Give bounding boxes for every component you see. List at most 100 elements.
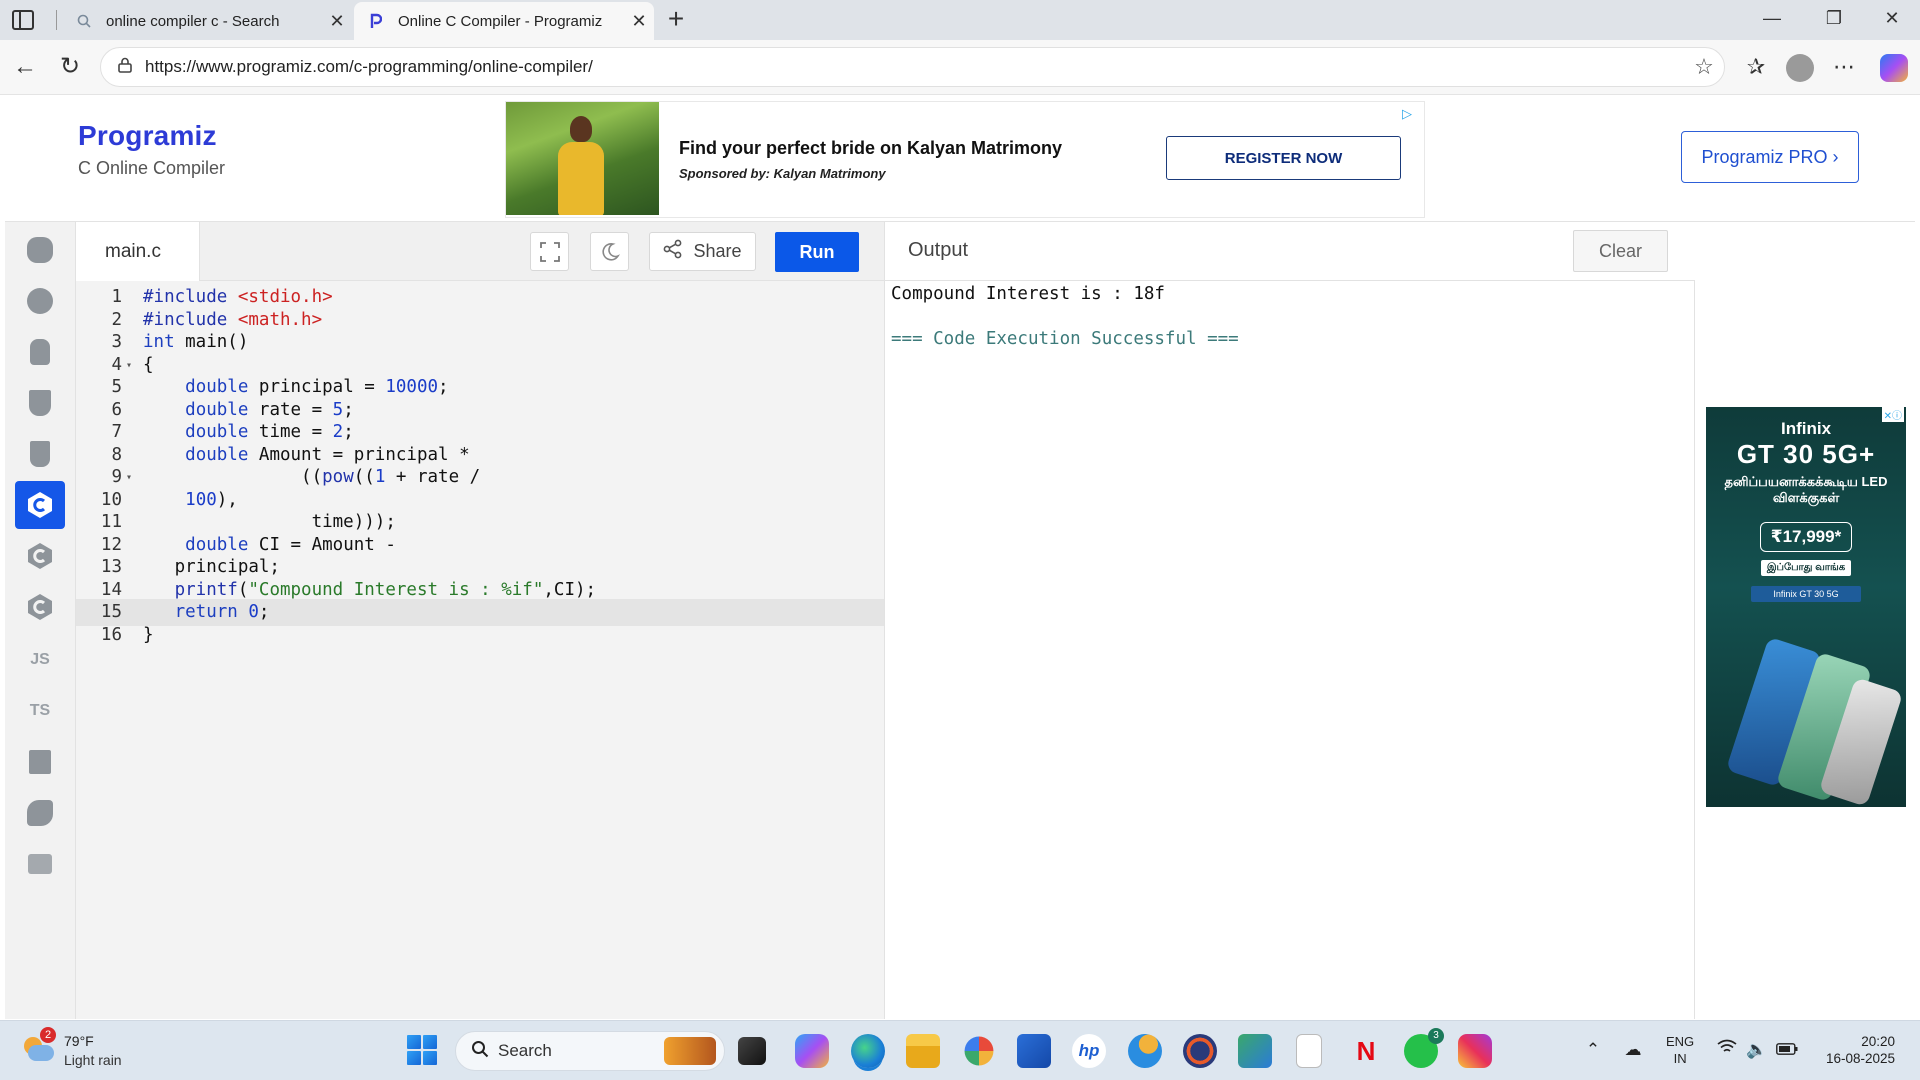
output-panel[interactable]: Compound Interest is : 18f === Code Exec… xyxy=(884,281,1695,1019)
new-tab-button[interactable]: + xyxy=(660,4,692,36)
r-icon[interactable] xyxy=(15,277,65,325)
clock-time: 20:20 xyxy=(1861,1034,1895,1049)
photos-icon[interactable] xyxy=(964,1036,994,1066)
favorites-icon[interactable]: ✰ xyxy=(1742,54,1770,82)
more-options-icon[interactable]: ⋯ xyxy=(1830,54,1858,82)
notepad-icon[interactable] xyxy=(1296,1034,1322,1068)
brand[interactable]: Programiz C Online Compiler xyxy=(78,120,225,179)
code-line[interactable]: 16} xyxy=(76,622,884,649)
copilot-icon[interactable] xyxy=(1880,54,1908,82)
programiz-pro-button[interactable]: Programiz PRO › xyxy=(1681,131,1859,183)
ad-close-icon[interactable]: ✕ⓘ xyxy=(1881,407,1904,422)
tab-separator xyxy=(56,10,57,30)
close-window-icon[interactable]: ✕ xyxy=(1872,8,1912,32)
dark-mode-icon[interactable] xyxy=(590,232,629,271)
output-success-line: === Code Execution Successful === xyxy=(891,329,1239,349)
copilot-app-icon[interactable] xyxy=(795,1034,829,1068)
file-tab-main-c[interactable]: main.c xyxy=(76,222,200,281)
page-subtitle: C Online Compiler xyxy=(78,158,226,178)
meet-icon[interactable] xyxy=(1238,1034,1272,1068)
tab-title: online compiler c - Search xyxy=(106,12,280,30)
browser-tab-bar: online compiler c - Search ✕ Online C Co… xyxy=(0,0,1920,40)
eclipse-icon[interactable] xyxy=(1183,1034,1217,1068)
address-bar[interactable]: https://www.programiz.com/c-programming/… xyxy=(100,47,1725,87)
weather-badge: 2 xyxy=(40,1027,56,1043)
language-indicator[interactable]: ENG IN xyxy=(1666,1033,1694,1067)
csharp-icon[interactable] xyxy=(15,583,65,631)
language-sidebar: JS TS xyxy=(5,222,76,1019)
clock-date: 16-08-2025 xyxy=(1825,1051,1895,1066)
tab-programiz[interactable]: Online C Compiler - Programiz ✕ xyxy=(354,2,654,40)
brand-logo: Programiz xyxy=(78,120,217,151)
rust-icon[interactable] xyxy=(15,840,65,888)
side-ad-brand: Infinix xyxy=(1780,419,1832,438)
task-view-icon[interactable] xyxy=(738,1037,766,1065)
run-button[interactable]: Run xyxy=(775,232,859,272)
wifi-icon[interactable] xyxy=(1716,1039,1738,1061)
share-button[interactable]: Share xyxy=(649,232,756,271)
swift-icon[interactable] xyxy=(15,789,65,837)
file-explorer-icon[interactable] xyxy=(906,1034,940,1068)
hp-icon[interactable]: hp xyxy=(1072,1034,1106,1068)
address-toolbar: ← ↻ https://www.programiz.com/c-programm… xyxy=(0,40,1920,95)
refresh-icon[interactable]: ↻ xyxy=(55,53,85,83)
side-ad-buy[interactable]: இப்போது வாங்க xyxy=(1761,560,1851,576)
clear-button[interactable]: Clear xyxy=(1573,230,1668,272)
editor-toolbar: main.c Share Run xyxy=(76,222,884,281)
search-icon xyxy=(76,13,92,29)
html-icon[interactable] xyxy=(15,379,65,427)
c-icon[interactable] xyxy=(15,481,65,529)
site-header: Programiz C Online Compiler Find your pe… xyxy=(5,96,1915,222)
ts-icon[interactable]: TS xyxy=(15,687,65,735)
help-icon[interactable] xyxy=(1128,1034,1162,1068)
whatsapp-icon[interactable]: 3 xyxy=(1404,1028,1444,1068)
python-icon[interactable] xyxy=(15,226,65,274)
sidebar-toggle-icon[interactable] xyxy=(12,10,34,30)
back-icon[interactable]: ← xyxy=(10,53,40,83)
favorite-star-icon[interactable]: ☆ xyxy=(1684,54,1724,80)
register-now-button[interactable]: REGISTER NOW xyxy=(1166,136,1401,180)
weather-widget[interactable]: 2 79°F Light rain xyxy=(20,1027,160,1073)
fullscreen-icon[interactable] xyxy=(530,232,569,271)
ad-banner[interactable]: Find your perfect bride on Kalyan Matrim… xyxy=(505,101,1425,218)
weather-temp: 79°F xyxy=(64,1033,94,1049)
sql-icon[interactable] xyxy=(15,328,65,376)
output-title: Output xyxy=(908,239,969,261)
code-text: } xyxy=(143,624,154,645)
minimize-icon[interactable]: — xyxy=(1752,8,1792,32)
side-ad-tagline: தனிப்பயனாக்கக்கூடிய LED விளக்குகள் xyxy=(1724,474,1888,505)
whatsapp-badge: 3 xyxy=(1428,1028,1444,1044)
netflix-icon[interactable]: N xyxy=(1349,1034,1383,1068)
onedrive-icon[interactable]: ☁ xyxy=(1622,1039,1644,1061)
line-number: 16 xyxy=(100,624,122,645)
profile-avatar[interactable] xyxy=(1786,54,1814,82)
edge-icon[interactable] xyxy=(851,1034,885,1068)
cpp-icon[interactable] xyxy=(15,532,65,580)
ad-choices-icon[interactable]: ▷ xyxy=(1402,106,1418,122)
restore-icon[interactable]: ❐ xyxy=(1814,8,1854,32)
js-icon[interactable]: JS xyxy=(15,636,65,684)
close-tab-icon[interactable]: ✕ xyxy=(624,11,654,32)
java-icon[interactable] xyxy=(15,430,65,478)
output-line: Compound Interest is : 18f xyxy=(891,284,1165,304)
close-tab-icon[interactable]: ✕ xyxy=(322,11,352,32)
site-info-icon[interactable] xyxy=(105,57,145,78)
show-hidden-icons-icon[interactable]: ⌃ xyxy=(1582,1039,1604,1061)
tab-search[interactable]: online compiler c - Search ✕ xyxy=(62,2,352,40)
side-ad-price: ₹17,999* xyxy=(1759,522,1853,552)
battery-icon[interactable] xyxy=(1776,1039,1798,1061)
go-icon[interactable] xyxy=(15,738,65,786)
region-code: IN xyxy=(1673,1051,1687,1066)
code-editor[interactable]: 1 #include <stdio.h> 2 #include <math.h> 3 in… xyxy=(76,281,884,1019)
clock[interactable]: 20:20 16-08-2025 xyxy=(1815,1033,1895,1067)
instagram-icon[interactable] xyxy=(1458,1034,1492,1068)
store-icon[interactable] xyxy=(1017,1034,1051,1068)
side-ad[interactable]: ✕ⓘ Infinix GT 30 5G+ தனிப்பயனாக்கக்கூடிய… xyxy=(1706,407,1906,807)
share-icon xyxy=(663,239,683,264)
taskbar: 2 79°F Light rain Search hp N 3 ⌃ ☁ ENG … xyxy=(0,1020,1920,1080)
start-button[interactable] xyxy=(407,1035,437,1065)
search-icon xyxy=(462,1040,498,1063)
side-ad-search[interactable]: Infinix GT 30 5G xyxy=(1751,586,1861,602)
taskbar-search[interactable]: Search xyxy=(455,1031,725,1071)
volume-icon[interactable]: 🔈 xyxy=(1746,1039,1768,1061)
